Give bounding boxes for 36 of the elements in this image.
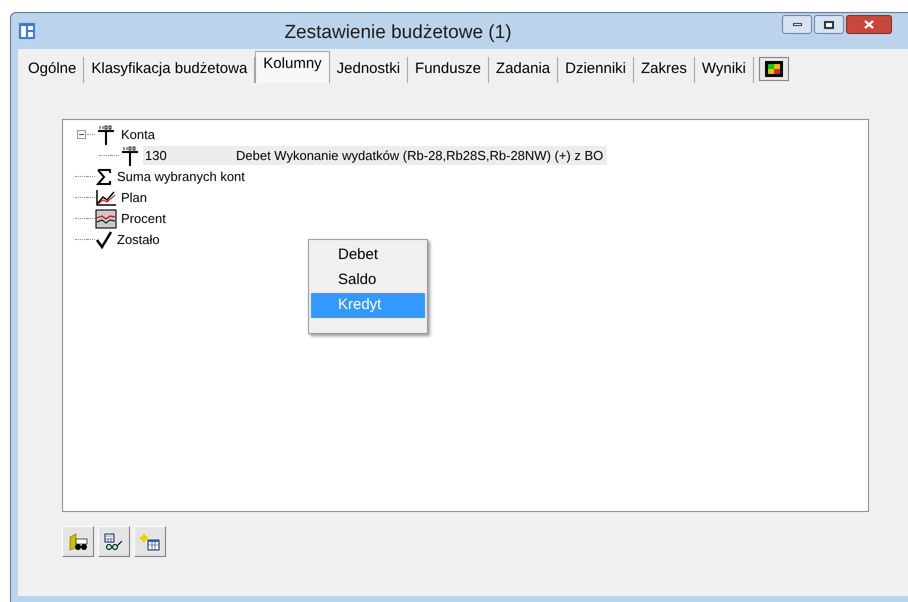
search-folder-button[interactable] [62,526,94,557]
sigma-icon [95,168,113,186]
maximize-button[interactable] [814,15,844,34]
pole-icon [95,124,117,144]
line-chart-icon [95,188,117,206]
pole-icon [119,146,141,166]
app-icon [19,23,35,39]
close-icon [864,20,874,29]
minimize-button[interactable] [782,15,812,34]
menu-item[interactable]: Debet [311,243,425,268]
add-table-button[interactable] [134,526,166,557]
tab[interactable]: Wyniki [694,57,754,83]
tab[interactable]: Dzienniki [558,57,634,83]
collapse-toggle[interactable] [76,130,86,139]
tree-item[interactable]: 130 Debet Wykonanie wydatków (Rb-28,Rb28S,Rb-28NW) (+) z BO [143,146,608,165]
tree-item[interactable]: Procent [119,208,168,228]
plus-table-icon [140,532,160,550]
minus-icon [78,132,84,137]
link-table-button[interactable] [98,526,130,557]
tab[interactable]: Ogólne [21,57,84,83]
menu-item[interactable]: Saldo [311,268,425,293]
tree-item[interactable]: Zostało [115,230,162,250]
window-title: Zestawienie budżetowe (1) [283,21,513,45]
palette-button[interactable] [758,57,789,81]
table-glasses-icon [104,532,124,550]
tab[interactable]: Zakres [634,57,695,83]
tab[interactable]: Kolumny [255,51,330,83]
tree-item[interactable]: Suma wybranych kont [115,166,247,186]
tab[interactable]: Fundusze [408,57,489,83]
tab[interactable]: Zadania [488,57,558,83]
tree-item[interactable]: Plan [119,188,150,208]
checkmark-icon [95,230,113,248]
tree-item[interactable]: Konta [119,124,157,144]
tab[interactable]: Jednostki [330,57,408,83]
chart-icon [95,208,117,228]
close-button[interactable] [846,15,892,34]
